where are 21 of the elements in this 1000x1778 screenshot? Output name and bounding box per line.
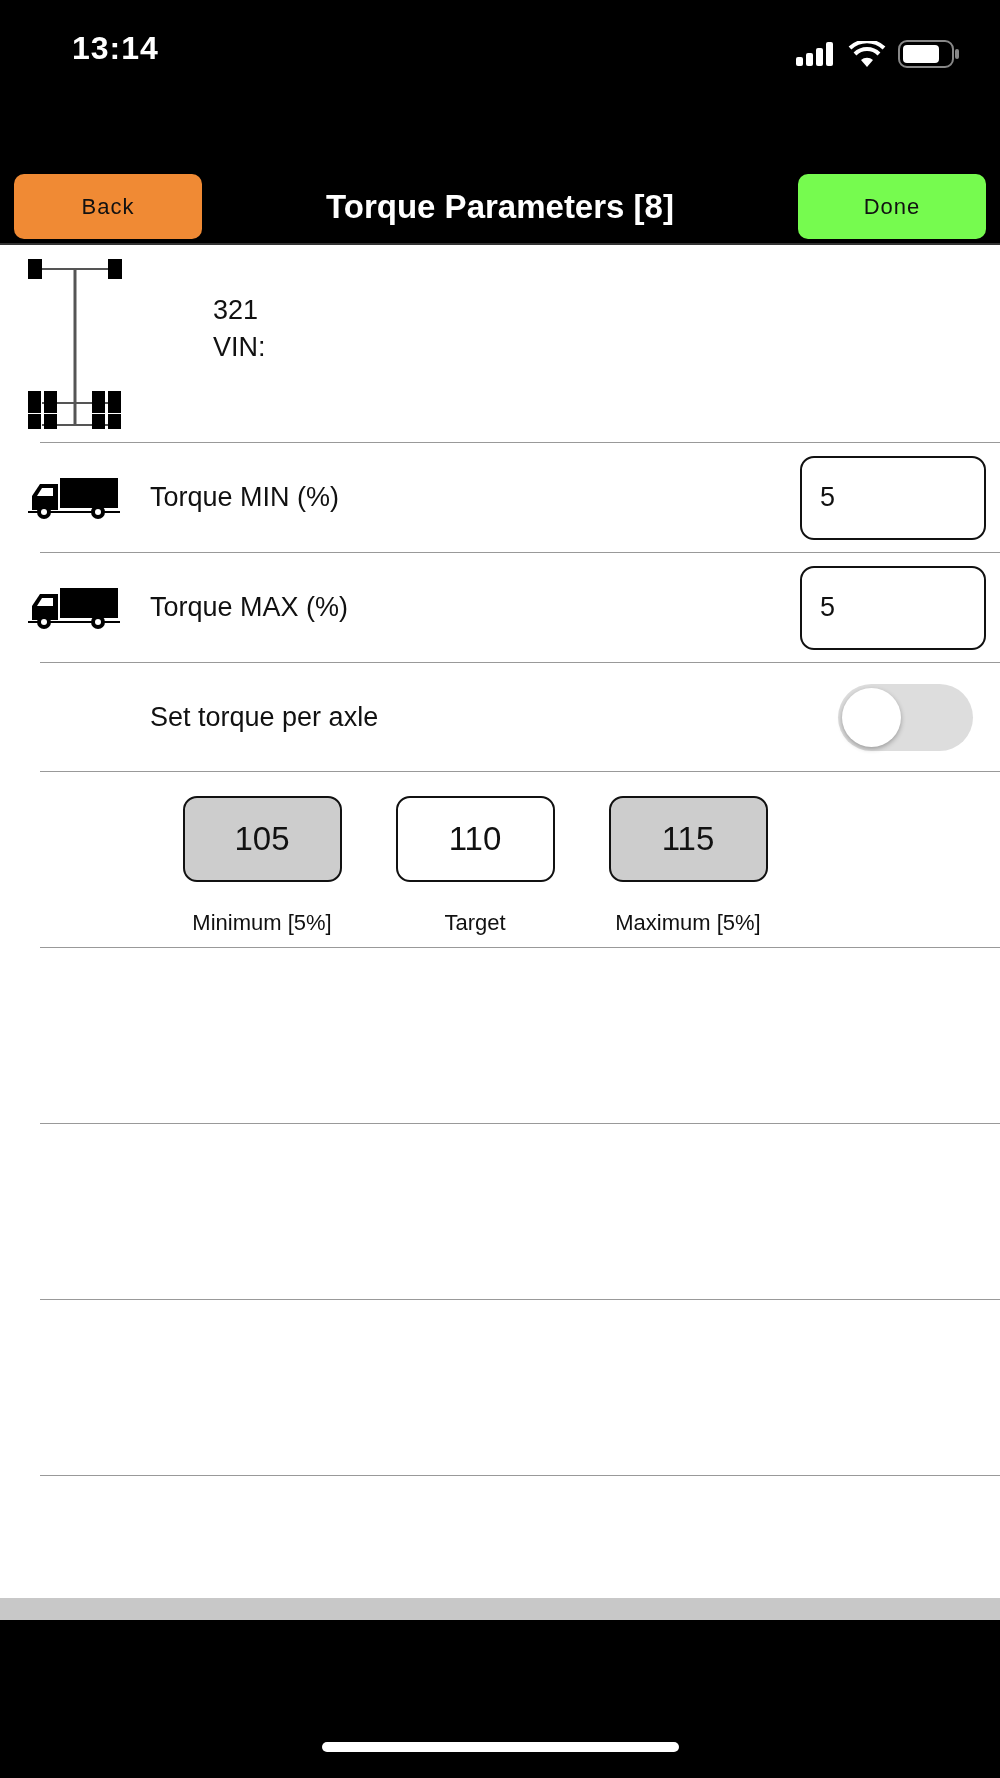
input-field[interactable]: 5 (800, 455, 986, 540)
battery-icon (898, 40, 960, 68)
vehicle-number: 321 (213, 294, 260, 326)
input-field[interactable]: 5 (800, 565, 986, 650)
value-label: Target (444, 910, 506, 936)
truck-icon (28, 475, 120, 520)
status-time: 13:14 (72, 30, 159, 67)
wifi-icon (848, 41, 886, 67)
back-button[interactable]: Back (14, 174, 202, 239)
setting-label: Torque MAX (%) (150, 592, 349, 623)
setting-label: Torque MIN (%) (150, 482, 340, 513)
setting-label: Set torque per axle (150, 701, 379, 733)
vin-label: VIN: (213, 331, 266, 363)
value-label: Minimum [5%] (192, 910, 332, 936)
truck-icon (28, 585, 120, 630)
value-label: Maximum [5%] (615, 910, 761, 936)
screen-title: Torque Parameters [8] (326, 187, 674, 226)
done-button[interactable]: Done (798, 174, 986, 239)
axle-diagram-icon (28, 259, 124, 429)
value-box[interactable]: 110 (395, 796, 555, 882)
signal-icon (796, 42, 836, 66)
